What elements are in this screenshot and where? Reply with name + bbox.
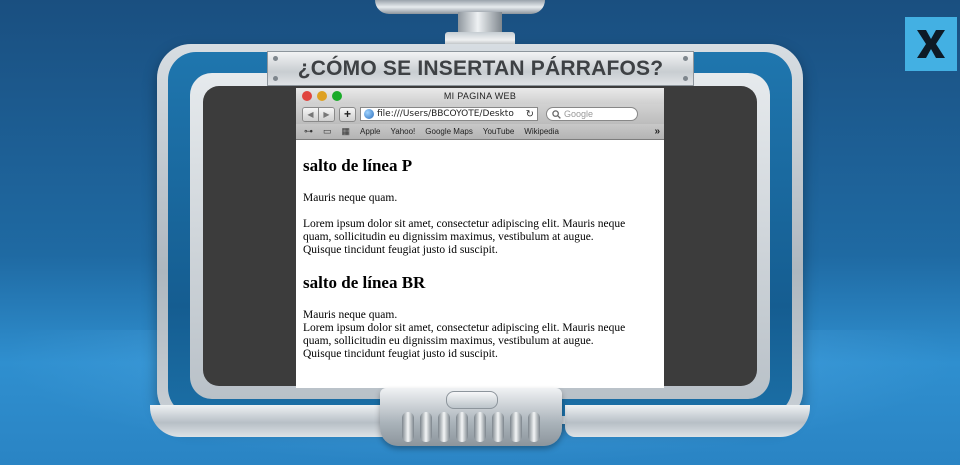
browser-window: MI PAGINA WEB ◀ ▶ + file:///Users/BBCOYO…	[296, 88, 664, 388]
rib	[528, 412, 540, 442]
rib	[420, 412, 432, 442]
add-icon: +	[343, 107, 351, 121]
br-line: Mauris neque quam.	[303, 309, 398, 321]
forward-button[interactable]: ▶	[318, 107, 334, 121]
search-field[interactable]: Google	[546, 107, 638, 121]
bookmark-google-maps[interactable]: Google Maps	[425, 127, 473, 136]
screw	[683, 56, 688, 61]
paragraph-1: Mauris neque quam.	[303, 192, 398, 204]
paragraph-2-line: quam, sollicitudin eu dignissim maximus,…	[303, 231, 594, 243]
close-window-button[interactable]	[302, 91, 312, 101]
address-bar[interactable]: file:///Users/BBCOYOTE/Deskto ↻	[360, 107, 538, 121]
rib	[474, 412, 486, 442]
rib	[438, 412, 450, 442]
add-bookmark-button[interactable]: +	[339, 106, 356, 122]
bookmark-youtube[interactable]: YouTube	[483, 127, 514, 136]
forward-icon: ▶	[323, 109, 330, 119]
bookmark-apple[interactable]: Apple	[360, 127, 380, 136]
browser-toolbar: ◀ ▶ + file:///Users/BBCOYOTE/Deskto ↻ Go…	[296, 104, 664, 124]
rib	[492, 412, 504, 442]
globe-icon	[364, 109, 374, 119]
reader-icon[interactable]: ⊶	[304, 126, 313, 137]
zoom-window-button[interactable]	[332, 91, 342, 101]
window-controls	[302, 91, 342, 101]
title-plaque: ¿CÓMO SE INSERTAN PÁRRAFOS?	[267, 51, 694, 86]
bookmark-yahoo[interactable]: Yahoo!	[391, 127, 416, 136]
bookmark-wikipedia[interactable]: Wikipedia	[524, 127, 559, 136]
minimize-window-button[interactable]	[317, 91, 327, 101]
connector-tab	[446, 391, 498, 409]
screw	[273, 56, 278, 61]
rib	[456, 412, 468, 442]
back-button[interactable]: ◀	[303, 107, 318, 121]
window-title: MI PAGINA WEB	[443, 91, 517, 101]
search-icon	[552, 109, 561, 119]
rib	[402, 412, 414, 442]
paragraph-2-line: Lorem ipsum dolor sit amet, consectetur …	[303, 218, 626, 230]
back-icon: ◀	[307, 109, 314, 119]
bookmarks-bar: ⊶ ▭ ▦ Apple Yahoo! Google Maps YouTube W…	[296, 124, 664, 140]
stand-left	[150, 405, 395, 437]
browser-titlebar: MI PAGINA WEB	[296, 88, 664, 104]
br-line: Quisque tincidunt feugiat justo id susci…	[303, 348, 498, 360]
close-icon	[917, 30, 945, 58]
heading-p: salto de línea P	[303, 156, 413, 175]
more-bookmarks-button[interactable]: »	[654, 126, 660, 137]
connector-ribs	[398, 412, 544, 442]
address-text: file:///Users/BBCOYOTE/Deskto	[377, 109, 514, 119]
heading-br: salto de línea BR	[303, 273, 426, 292]
nav-buttons: ◀ ▶	[302, 106, 335, 122]
paragraph-2-line: Quisque tincidunt feugiat justo id susci…	[303, 244, 498, 256]
grid-icon[interactable]: ▦	[342, 126, 351, 137]
rib	[510, 412, 522, 442]
book-icon[interactable]: ▭	[323, 126, 332, 137]
search-placeholder: Google	[564, 109, 594, 119]
paragraph-2: Lorem ipsum dolor sit amet, consectetur …	[303, 218, 657, 257]
stand-right	[565, 405, 810, 437]
br-line: quam, sollicitudin eu dignissim maximus,…	[303, 335, 594, 347]
br-paragraph: Mauris neque quam. Lorem ipsum dolor sit…	[303, 309, 657, 361]
screw	[683, 76, 688, 81]
screw	[273, 76, 278, 81]
page-title: ¿CÓMO SE INSERTAN PÁRRAFOS?	[297, 56, 664, 80]
close-button[interactable]	[905, 17, 957, 71]
reload-icon[interactable]: ↻	[526, 109, 534, 120]
page-content: salto de línea P Mauris neque quam. Lore…	[296, 157, 664, 361]
br-line: Lorem ipsum dolor sit amet, consectetur …	[303, 322, 626, 334]
